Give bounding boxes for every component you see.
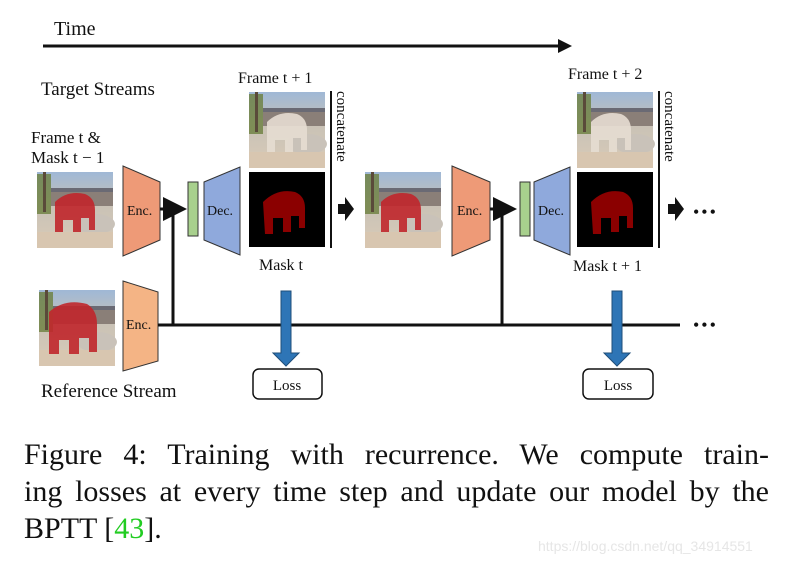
concatenate-label-1: concatenate [333, 91, 349, 162]
mask-t-label: Mask t [259, 257, 304, 274]
time-label: Time [54, 18, 96, 40]
loss-label-1: Loss [273, 378, 302, 394]
target-streams-label: Target Streams [41, 79, 155, 100]
caption-line-3-suffix: ]. [144, 512, 162, 545]
frame-t-plus-2-image [577, 92, 655, 168]
loss-arrow-2 [602, 290, 632, 367]
forward-arrow-icon-1 [338, 197, 354, 221]
ellipsis-target: ••• [693, 202, 718, 222]
loss-label-2: Loss [604, 378, 633, 394]
ellipsis-reference: ••• [693, 315, 718, 335]
loss-arrow-1 [271, 290, 301, 367]
target-encoder-2-label: Enc. [457, 204, 482, 219]
frame-t-plus-1-image [249, 92, 327, 168]
reference-encoder-label: Enc. [126, 318, 151, 333]
decoder-2-label: Dec. [538, 204, 564, 219]
training-recurrence-diagram: Time Target Streams Frame t & Mask t − 1… [31, 18, 718, 402]
input-frame-overlay-image-2 [365, 172, 443, 248]
input-label-mask: Mask t − 1 [31, 148, 104, 167]
time-arrowhead-icon [558, 39, 572, 53]
bottleneck-block-1 [187, 181, 199, 237]
decoder-1-label: Dec. [207, 204, 233, 219]
concatenate-label-2: concatenate [661, 91, 677, 162]
reference-stream-label: Reference Stream [41, 381, 177, 402]
citation-link[interactable]: 43 [114, 512, 144, 545]
frame-t-plus-2-label: Frame t + 2 [568, 66, 642, 83]
bottleneck-block-2 [519, 181, 531, 237]
caption-line-3-prefix: BPTT [ [24, 512, 115, 545]
caption-line-2: ing losses at every time step and update… [24, 475, 769, 508]
frame-t-plus-1-label: Frame t + 1 [238, 70, 312, 87]
mask-t-plus-1-image [577, 172, 653, 247]
caption-line-1: Figure 4: Training with recurrence. We c… [24, 438, 769, 471]
input-frame-overlay-image-1 [37, 172, 115, 248]
input-label-frame: Frame t & [31, 128, 101, 147]
target-encoder-1-label: Enc. [127, 204, 152, 219]
mask-t-image [249, 172, 325, 247]
forward-arrow-icon-2 [668, 197, 684, 221]
figure-caption: Figure 4: Training with recurrence. We c… [24, 436, 769, 547]
mask-t-plus-1-label: Mask t + 1 [573, 258, 642, 275]
reference-frame-overlay-image [39, 290, 117, 366]
watermark: https://blog.csdn.net/qq_34914551 [538, 538, 753, 554]
